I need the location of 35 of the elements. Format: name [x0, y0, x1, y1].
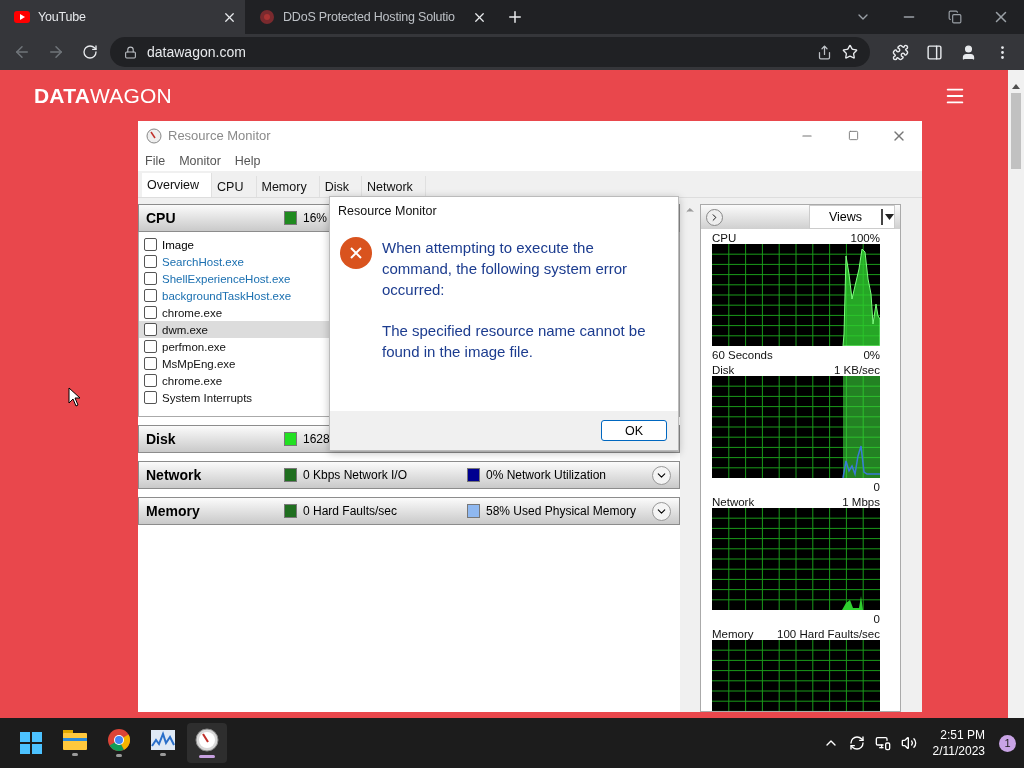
graph-scale-max: 1 Mbps [842, 496, 880, 508]
error-message: When attempting to execute the command, the following system error occurred: [382, 238, 629, 300]
section-title: CPU [146, 210, 177, 226]
graph-title: CPU [712, 232, 737, 244]
graph-title: Disk [712, 364, 735, 376]
process-name: chrome.exe [162, 374, 223, 387]
stat-text: 1628 [303, 432, 330, 446]
process-name: System Interrupts [162, 391, 253, 404]
stat-text: 0 Hard Faults/sec [303, 504, 398, 518]
graph-scale-max: 100% [850, 232, 880, 244]
dialog-title: Resource Monitor [337, 203, 438, 220]
process-name: MsMpEng.exe [162, 357, 236, 370]
process-name: SearchHost.exe [162, 255, 244, 268]
error-message: The specified resource name cannot be found in the image file. [382, 321, 647, 362]
graph-title: Network [712, 496, 755, 508]
graph-scale-max: 100 Hard Faults/sec [777, 628, 880, 640]
stat-text: 0 Kbps Network I/O [303, 468, 408, 482]
graph-scale-max: 1 KB/sec [833, 364, 880, 376]
graph-scale-min: 0% [863, 349, 880, 361]
section-title: Memory [146, 503, 201, 519]
graph-title: Memory [712, 628, 754, 640]
stat-text: 0% Network Utilization [486, 468, 607, 482]
stat-text: 16% [303, 211, 328, 225]
process-name: perfmon.exe [162, 340, 226, 353]
window-title: Resource Monitor [168, 128, 271, 143]
section-title: Disk [146, 431, 177, 447]
graph-time-span: 60 Seconds [712, 349, 773, 361]
process-name: ShellExperienceHost.exe [162, 272, 291, 285]
process-name: backgroundTaskHost.exe [162, 289, 292, 302]
process-name: dwm.exe [162, 323, 209, 336]
graph-scale-min: 0 [873, 613, 880, 625]
stat-text: 58% Used Physical Memory [486, 504, 637, 518]
process-name: chrome.exe [162, 306, 223, 319]
section-title: Network [146, 467, 203, 483]
graph-scale-min: 0 [873, 481, 880, 493]
